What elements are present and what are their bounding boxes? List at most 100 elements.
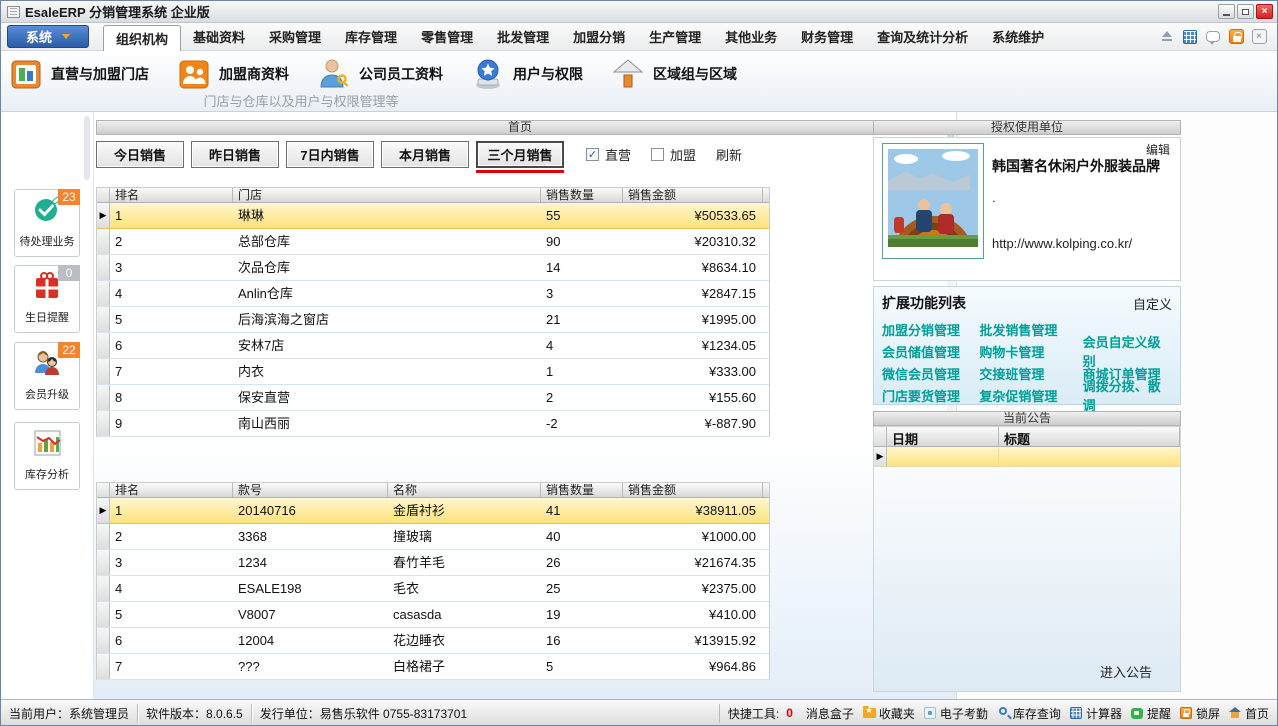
tab-production[interactable]: 生产管理	[637, 25, 713, 49]
tab-inventory[interactable]: 库存管理	[333, 25, 409, 49]
table-row[interactable]: 4ESALE198毛衣25¥2375.00	[97, 576, 769, 602]
permissions-icon	[471, 57, 505, 91]
minimize-button[interactable]	[1218, 4, 1235, 19]
franchisee-icon	[177, 57, 211, 91]
toolbar-item-permissions[interactable]: 用户与权限	[471, 57, 583, 91]
toolbar: 直营与加盟门店 加盟商资料 公司员工资料 用户与权限 区域组与区域 门店与仓库以…	[1, 51, 1277, 112]
sidebar-item-member-upgrade[interactable]: 22 会员升级	[14, 342, 80, 410]
restore-button[interactable]	[1237, 4, 1254, 19]
tab-other-business[interactable]: 其他业务	[713, 25, 789, 49]
chat-icon[interactable]	[1205, 29, 1221, 44]
reminder-tool[interactable]: 提醒	[1131, 705, 1171, 722]
today-sales-button[interactable]: 今日销售	[96, 141, 184, 168]
announcement-row[interactable]: ▶	[874, 447, 1180, 467]
extensions-title: 扩展功能列表	[882, 293, 966, 313]
tab-query-stats[interactable]: 查询及统计分析	[865, 25, 980, 49]
ext-link[interactable]: 复杂促销管理	[979, 386, 1082, 405]
table-row[interactable]: 612004花边睡衣16¥13915.92	[97, 628, 769, 654]
brand-url[interactable]: http://www.kolping.co.kr/	[992, 236, 1132, 251]
tab-basic-data[interactable]: 基础资料	[181, 25, 257, 49]
sidebar-item-birthday[interactable]: 0 生日提醒	[14, 265, 80, 333]
favorites-tool[interactable]: ★收藏夹	[863, 705, 915, 722]
direct-checkbox-label: 直营	[605, 145, 631, 164]
inventory-query-tool[interactable]: 库存查询	[997, 705, 1061, 722]
menubar: 系统 组织机构 基础资料 采购管理 库存管理 零售管理 批发管理 加盟分销 生产…	[1, 23, 1277, 51]
tab-maintenance[interactable]: 系统维护	[980, 25, 1056, 49]
toolbar-item-stores[interactable]: 直营与加盟门店	[9, 57, 149, 91]
toolbar-item-regions[interactable]: 区域组与区域	[611, 57, 737, 91]
ext-link[interactable]: 加盟分销管理	[882, 320, 979, 339]
eject-icon[interactable]	[1159, 29, 1175, 44]
lock-icon[interactable]	[1228, 29, 1244, 44]
week-sales-button[interactable]: 7日内销售	[286, 141, 374, 168]
sidebar-item-stock-analysis[interactable]: 库存分析	[14, 422, 80, 490]
ext-link[interactable]: 交接班管理	[979, 364, 1082, 383]
ext-link[interactable]: 微信会员管理	[882, 364, 979, 383]
ext-link[interactable]: 购物卡管理	[979, 342, 1082, 361]
table-row[interactable]: 3次品仓库14¥8634.10	[97, 255, 769, 281]
lock-screen-tool[interactable]: 锁屏	[1180, 705, 1220, 722]
table-row[interactable]: 8保安直营2¥155.60	[97, 385, 769, 411]
table-row[interactable]: 5后海滨海之窗店21¥1995.00	[97, 307, 769, 333]
window-box-icon[interactable]: ×	[1251, 29, 1267, 44]
license-box: 编辑 韩国著名休闲户外服装品牌 . http://www.kolping.co.…	[873, 137, 1181, 281]
franchise-checkbox-label: 加盟	[670, 145, 696, 164]
month-sales-button[interactable]: 本月销售	[381, 141, 469, 168]
message-box-tool[interactable]: 消息盒子	[806, 705, 854, 722]
table-row[interactable]: 23368撞玻璃40¥1000.00	[97, 524, 769, 550]
tab-organization[interactable]: 组织机构	[103, 25, 181, 52]
calculator-icon[interactable]	[1182, 29, 1198, 44]
system-menu-button[interactable]: 系统	[7, 25, 89, 48]
table-row[interactable]: 7内衣1¥333.00	[97, 359, 769, 385]
toolbar-item-franchisee[interactable]: 加盟商资料	[177, 57, 289, 91]
tab-retail[interactable]: 零售管理	[409, 25, 485, 49]
yesterday-sales-button[interactable]: 昨日销售	[191, 141, 279, 168]
ext-link[interactable]: 调拨分拨、散调	[1083, 376, 1172, 414]
calculator-tool[interactable]: 计算器	[1070, 705, 1122, 722]
version-label: 软件版本：8.0.6.5	[138, 704, 252, 723]
table-row[interactable]: 6安林7店4¥1234.05	[97, 333, 769, 359]
customize-link[interactable]: 自定义	[1133, 294, 1172, 313]
table-row[interactable]: ▶ 1琳琳55¥50533.65	[97, 203, 769, 229]
tab-wholesale[interactable]: 批发管理	[485, 25, 561, 49]
toolbar-item-employees[interactable]: 公司员工资料	[317, 57, 443, 91]
ext-link[interactable]: 门店要货管理	[882, 386, 979, 405]
brand-title: 韩国著名休闲户外服装品牌	[992, 156, 1180, 176]
row-selected-marker: ▶	[874, 447, 887, 466]
table-row[interactable]: 7???白格裙子5¥964.86	[97, 654, 769, 680]
refresh-link[interactable]: 刷新	[716, 145, 742, 164]
table-row[interactable]: ▶ 120140716金盾衬衫41¥38911.05	[97, 498, 769, 524]
table-row[interactable]: 31234春竹羊毛26¥21674.35	[97, 550, 769, 576]
brand-dot: .	[992, 190, 996, 205]
three-month-sales-button[interactable]: 三个月销售	[476, 141, 564, 168]
direct-checkbox[interactable]: ✓	[586, 148, 599, 161]
sidebar-item-pending-tasks[interactable]: 23 待处理业务	[14, 189, 80, 257]
attendance-tool[interactable]: 电子考勤	[924, 705, 988, 722]
sidebar-scrollbar[interactable]	[84, 116, 90, 180]
tab-purchase[interactable]: 采购管理	[257, 25, 333, 49]
announcements-header: 当前公告	[873, 411, 1181, 426]
quick-tools-label: 快捷工具:	[728, 705, 779, 722]
tray-icons: ×	[1159, 29, 1277, 44]
tab-finance[interactable]: 财务管理	[789, 25, 865, 49]
quick-tools-count: 0	[782, 706, 797, 720]
table-row[interactable]: 2总部仓库90¥20310.32	[97, 229, 769, 255]
row-selected-marker: ▶	[97, 498, 110, 523]
ext-link[interactable]: 批发销售管理	[979, 320, 1082, 339]
region-icon	[611, 57, 645, 91]
close-button[interactable]: ×	[1256, 4, 1273, 19]
window-title: EsaleERP 分销管理系统 企业版	[25, 2, 210, 21]
table-row[interactable]: 4Anlin仓库3¥2847.15	[97, 281, 769, 307]
table-row[interactable]: 9南山西丽-2¥-887.90	[97, 411, 769, 437]
store-sales-table: 排名 门店 销售数量 销售金额 ▶ 1琳琳55¥50533.65 2总部仓库90…	[96, 187, 770, 437]
product-sales-table: 排名 款号 名称 销售数量 销售金额 ▶ 120140716金盾衬衫41¥389…	[96, 482, 770, 680]
tab-franchise[interactable]: 加盟分销	[561, 25, 637, 49]
table-row[interactable]: 5V8007casasda19¥410.00	[97, 602, 769, 628]
birthday-badge: 0	[58, 265, 80, 281]
ext-link[interactable]: 会员储值管理	[882, 342, 979, 361]
enter-announcements-link[interactable]: 进入公告	[1100, 662, 1152, 681]
franchise-checkbox[interactable]	[651, 148, 664, 161]
period-button-row: 今日销售 昨日销售 7日内销售 本月销售 三个月销售	[96, 141, 564, 168]
home-tool[interactable]: 首页	[1229, 705, 1269, 722]
quick-tools: 快捷工具:0 消息盒子 ★收藏夹 电子考勤 库存查询 计算器 提醒 锁屏 首页	[719, 704, 1277, 723]
